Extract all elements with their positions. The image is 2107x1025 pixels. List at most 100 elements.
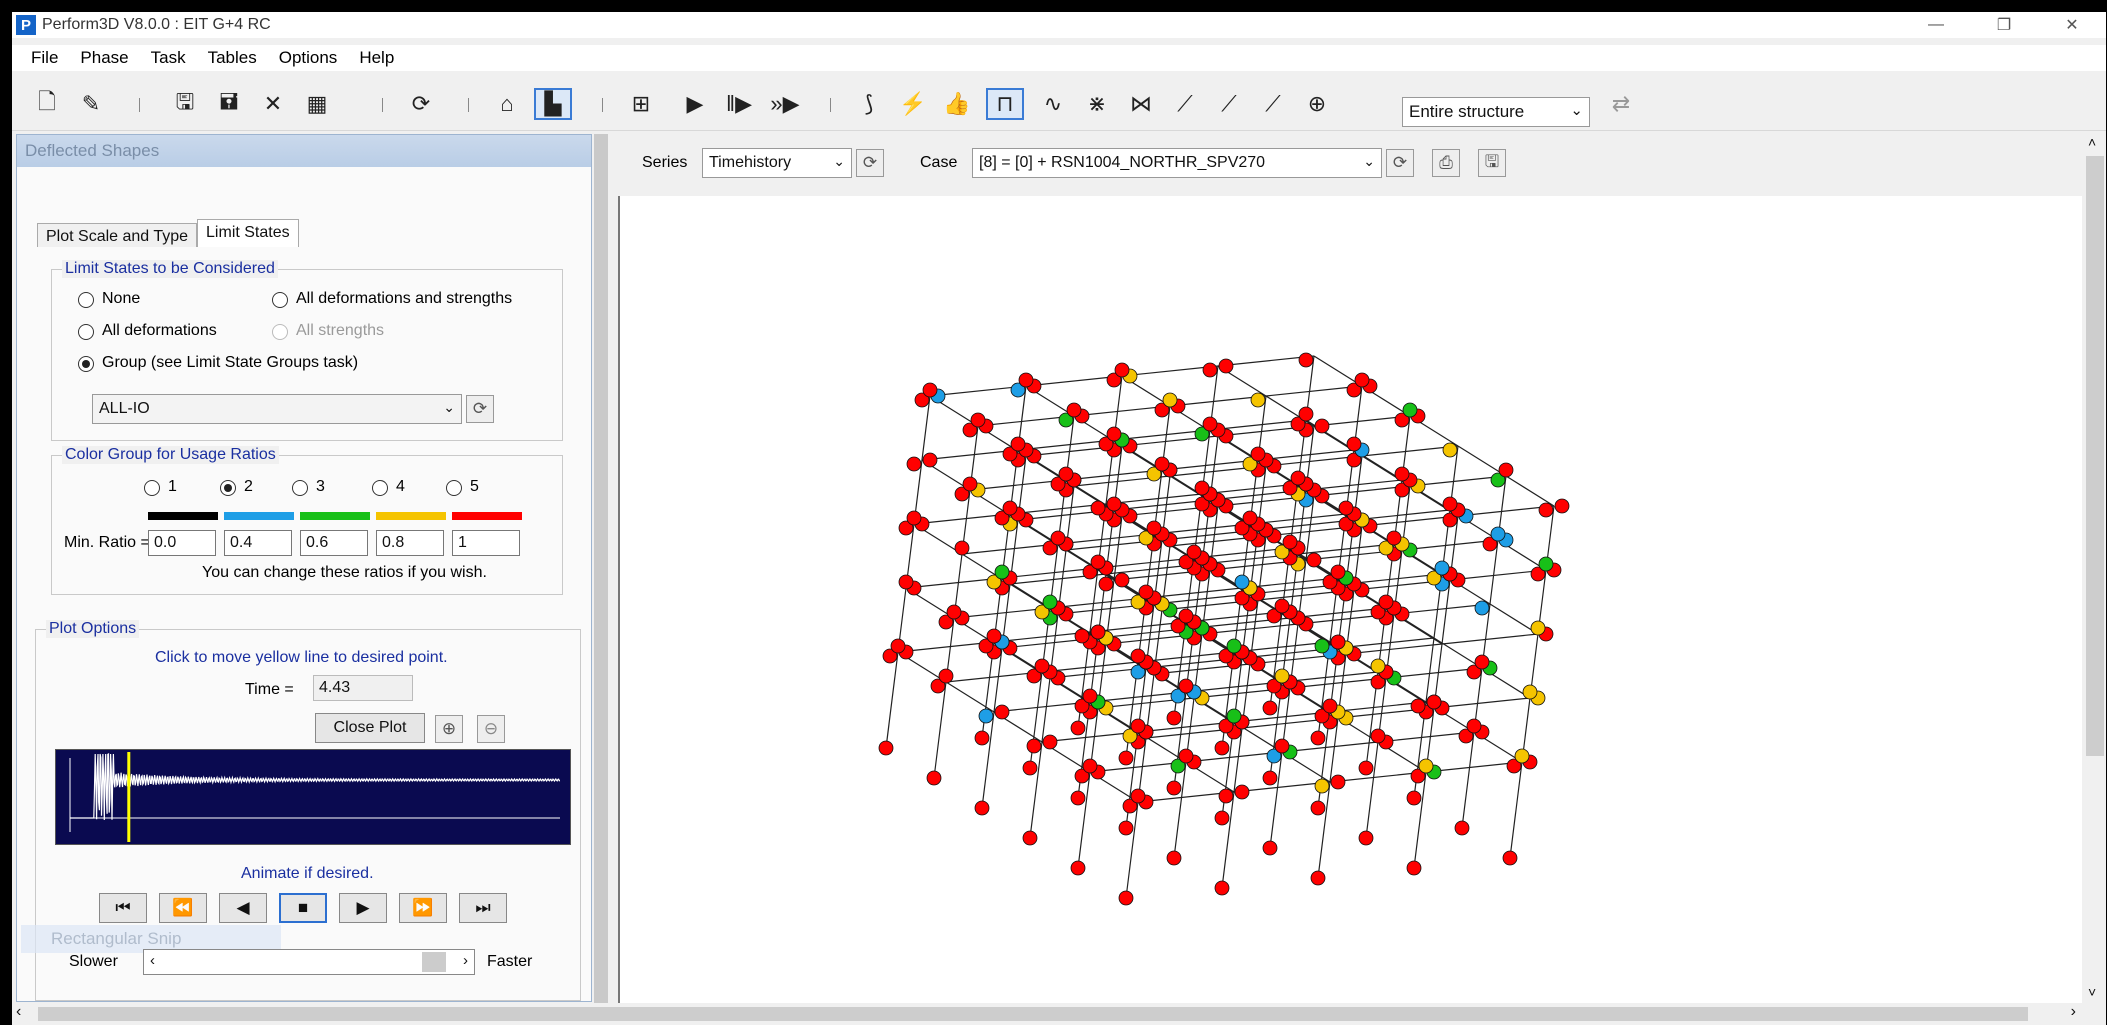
hinge-marker: [1322, 698, 1338, 714]
limit-state-group-select[interactable]: ALL-IO ⌄: [92, 394, 462, 424]
pause-run-icon[interactable]: ‖▶: [720, 88, 758, 120]
export-icon[interactable]: ⇄: [1602, 88, 1640, 120]
table-icon[interactable]: ▦: [298, 88, 336, 120]
menu-file[interactable]: File: [20, 48, 69, 68]
vertical-scroll-thumb[interactable]: [2086, 156, 2104, 756]
play-button[interactable]: ▶: [339, 893, 387, 923]
panel-splitter[interactable]: [594, 134, 608, 1004]
dc-icon[interactable]: ⟋: [1210, 88, 1248, 120]
step-forward-button[interactable]: ⏩: [399, 893, 447, 923]
hinge-marker: [1330, 564, 1346, 580]
step-back-button[interactable]: ⏪: [159, 893, 207, 923]
ratio-input-4[interactable]: 0.8: [376, 530, 444, 556]
hinge-marker: [1130, 788, 1146, 804]
time-history-svg[interactable]: [56, 750, 570, 844]
chevron-left-icon[interactable]: ‹: [16, 1003, 21, 1021]
color-group-radio-4[interactable]: [372, 480, 388, 496]
hinge-marker: [1274, 668, 1290, 684]
model-viewport[interactable]: [618, 196, 2082, 1004]
thumbs-up-icon[interactable]: 👍: [938, 88, 976, 120]
tab-limit-states[interactable]: Limit States: [197, 219, 299, 247]
chevron-up-icon[interactable]: ˄: [2088, 134, 2096, 150]
color-group-radio-2[interactable]: [220, 480, 236, 496]
menu-help[interactable]: Help: [348, 48, 405, 68]
hinge-marker: [1358, 830, 1374, 846]
structure-model-3d[interactable]: [620, 196, 2082, 1004]
chevron-left-icon[interactable]: ‹: [150, 952, 155, 969]
refresh-icon[interactable]: ⟳: [402, 88, 440, 120]
dc-ratio-icon[interactable]: ⟋: [1254, 88, 1292, 120]
hinge-marker: [1434, 560, 1450, 576]
last-frame-button[interactable]: ⏭: [459, 893, 507, 923]
horizontal-scrollbar[interactable]: ‹ ›: [12, 1003, 2106, 1025]
waveform-icon[interactable]: ∿: [1034, 88, 1072, 120]
hinge-marker: [1002, 500, 1018, 516]
series-select[interactable]: Timehistory ⌄: [702, 148, 852, 178]
horizontal-scroll-thumb[interactable]: [38, 1007, 2028, 1021]
new-file-icon[interactable]: 🗋: [28, 88, 66, 120]
first-frame-button[interactable]: ⏮: [99, 893, 147, 923]
lightning-icon[interactable]: ⚡: [894, 88, 932, 120]
save-icon[interactable]: 🖫: [166, 88, 204, 120]
hinge-marker: [974, 800, 990, 816]
color-group-radio-1[interactable]: [144, 480, 160, 496]
series-refresh-icon[interactable]: ⟳: [856, 149, 884, 177]
save-view-icon[interactable]: 🖫: [1478, 149, 1506, 177]
moment-frame-icon[interactable]: ⊓: [986, 88, 1024, 120]
delete-icon[interactable]: ✕: [254, 88, 292, 120]
play-reverse-button[interactable]: ◀: [219, 893, 267, 923]
chevron-right-icon[interactable]: ›: [463, 952, 468, 969]
fast-forward-icon[interactable]: »▶: [766, 88, 804, 120]
print-icon[interactable]: ⎙: [1432, 149, 1460, 177]
truss-icon[interactable]: ⋈: [1122, 88, 1160, 120]
color-group-radio-3[interactable]: [292, 480, 308, 496]
radio-none[interactable]: [78, 292, 94, 308]
save-as-icon[interactable]: 🖬: [210, 88, 248, 120]
time-history-plot[interactable]: [55, 749, 571, 845]
speed-slider[interactable]: ‹ ›: [143, 949, 475, 975]
hinge-marker: [1314, 778, 1330, 794]
color-group-radio-5[interactable]: [446, 480, 462, 496]
case-select[interactable]: [8] = [0] + RSN1004_NORTHR_SPV270 ⌄: [972, 148, 1382, 178]
ratio-input-3[interactable]: 0.6: [300, 530, 368, 556]
deflected-shape-icon[interactable]: ▙: [534, 88, 572, 120]
radio-group[interactable]: [78, 356, 94, 372]
open-icon[interactable]: ✎: [72, 88, 110, 120]
refresh-icon[interactable]: ⟳: [466, 395, 494, 423]
chevron-down-icon[interactable]: ˅: [2088, 984, 2096, 1000]
vertical-scrollbar[interactable]: ˄ ˅: [2084, 134, 2106, 1004]
zoom-in-icon[interactable]: ⊕: [435, 715, 463, 743]
menu-task[interactable]: Task: [140, 48, 197, 68]
frame-member: [1505, 475, 1555, 507]
case-refresh-icon[interactable]: ⟳: [1386, 149, 1414, 177]
structure-select[interactable]: Entire structure ⌄: [1402, 97, 1590, 127]
close-icon[interactable]: ✕: [2038, 12, 2106, 38]
ratio-input-5[interactable]: 1: [452, 530, 520, 556]
run-icon[interactable]: ▶: [676, 88, 714, 120]
hinge-marker: [1186, 544, 1202, 560]
structure-icon[interactable]: ⌂: [488, 88, 526, 120]
zoom-out-icon[interactable]: ⊖: [477, 715, 505, 743]
hinge-marker: [994, 704, 1010, 720]
hinge-marker: [1274, 738, 1290, 754]
frame-icon[interactable]: ⊞: [622, 88, 660, 120]
ratio-input-2[interactable]: 0.4: [224, 530, 292, 556]
spring-icon[interactable]: ⟆: [850, 88, 888, 120]
menu-options[interactable]: Options: [268, 48, 349, 68]
drift-icon[interactable]: ⟋: [1166, 88, 1204, 120]
speed-slider-thumb[interactable]: [422, 952, 446, 972]
hinge-marker: [1310, 730, 1326, 746]
radio-all-def-str[interactable]: [272, 292, 288, 308]
menu-tables[interactable]: Tables: [197, 48, 268, 68]
close-plot-button[interactable]: Close Plot: [315, 713, 425, 743]
radio-all-deformations[interactable]: [78, 324, 94, 340]
add-circle-icon[interactable]: ⊕: [1298, 88, 1336, 120]
stop-button[interactable]: ■: [279, 893, 327, 923]
tab-plot-scale-type[interactable]: Plot Scale and Type: [37, 223, 198, 247]
spring-element-icon[interactable]: ⋇: [1078, 88, 1116, 120]
minimize-icon[interactable]: —: [1902, 12, 1970, 38]
restore-icon[interactable]: ❐: [1970, 12, 2038, 38]
ratio-input-1[interactable]: 0.0: [148, 530, 216, 556]
menu-phase[interactable]: Phase: [69, 48, 139, 68]
chevron-right-icon[interactable]: ›: [2071, 1003, 2076, 1021]
